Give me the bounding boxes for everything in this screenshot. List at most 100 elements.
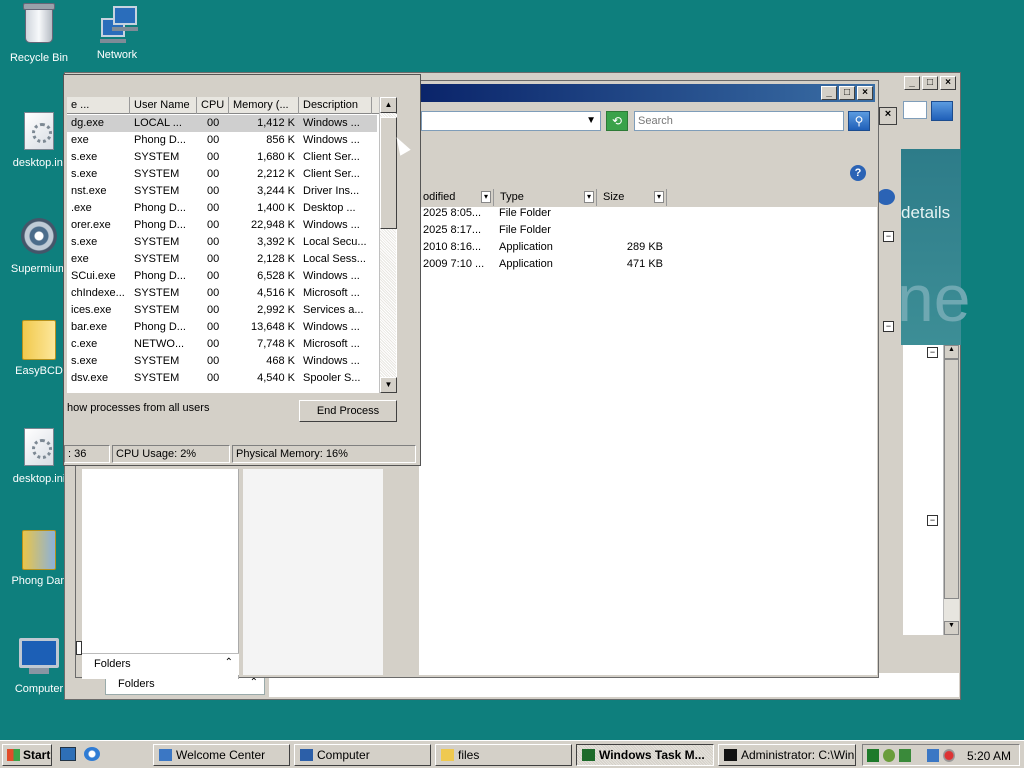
help-icon[interactable]: ?: [850, 165, 866, 181]
process-cell-user: SYSTEM: [134, 372, 180, 384]
chevron-up-icon: ⌃: [249, 677, 258, 688]
process-row[interactable]: s.exe SYSTEM 00 468 K Windows ...: [67, 353, 377, 370]
internet-explorer-icon[interactable]: [84, 747, 100, 761]
scroll-up-button[interactable]: ▲: [944, 345, 959, 359]
recycle-bin-icon: [19, 3, 59, 49]
refresh-go-button[interactable]: ⟲: [606, 111, 628, 131]
back-scrollbar[interactable]: ▲ ▼: [943, 345, 959, 635]
collapse-toggle[interactable]: −: [883, 231, 894, 242]
collapse-toggle[interactable]: −: [927, 347, 938, 358]
process-cell-name: c.exe: [71, 338, 98, 350]
scroll-down-button[interactable]: ▼: [380, 377, 397, 393]
process-cell-cpu: 00: [207, 321, 220, 333]
checkbox[interactable]: [76, 641, 82, 655]
minimize-button[interactable]: _: [904, 76, 920, 90]
maximize-button[interactable]: □: [839, 86, 855, 100]
search-icon[interactable]: ⚲: [848, 111, 870, 131]
desktop-icon-recycle-bin[interactable]: Recycle Bin: [0, 3, 78, 64]
minimize-button[interactable]: _: [821, 86, 837, 100]
chevron-up-icon: ⌃: [224, 657, 233, 668]
column-modified[interactable]: odified ▾: [419, 189, 494, 206]
column-image-name[interactable]: e ...: [67, 97, 130, 114]
chevron-down-icon[interactable]: ▾: [584, 191, 594, 203]
process-row[interactable]: s.exe SYSTEM 00 1,680 K Client Ser...: [67, 149, 377, 166]
process-row[interactable]: s.exe SYSTEM 00 3,392 K Local Secu...: [67, 234, 377, 251]
process-cell-user: SYSTEM: [134, 236, 180, 248]
process-row[interactable]: ices.exe SYSTEM 00 2,992 K Services a...: [67, 302, 377, 319]
file-row[interactable]: 2009 7:10 ... Application 471 KB: [423, 258, 663, 275]
end-process-button[interactable]: End Process: [299, 400, 397, 422]
taskbar-item-welcome-center[interactable]: Welcome Center: [153, 744, 290, 766]
scroll-thumb[interactable]: [380, 117, 397, 229]
network-icon[interactable]: [927, 749, 939, 762]
file-row[interactable]: 2010 8:16... Application 289 KB: [423, 241, 663, 258]
close-button[interactable]: ×: [857, 86, 873, 100]
task-manager-window[interactable]: e ... User Name CPU Memory (... Descript…: [63, 74, 421, 466]
taskbar-item-files[interactable]: files: [435, 744, 572, 766]
banner-watermark-text: ne: [897, 261, 971, 335]
show-desktop-icon[interactable]: [60, 747, 76, 761]
desktop-icon-network[interactable]: Network: [78, 4, 156, 61]
chevron-down-icon[interactable]: ▾: [654, 191, 664, 203]
update-icon[interactable]: [899, 749, 911, 762]
physical-memory: Physical Memory: 16%: [232, 445, 416, 463]
process-row[interactable]: bar.exe Phong D... 00 13,648 K Windows ...: [67, 319, 377, 336]
scroll-up-button[interactable]: ▲: [380, 97, 397, 113]
search-input[interactable]: Search: [634, 111, 844, 131]
help-icon[interactable]: [877, 189, 895, 205]
process-cell-mem: 22,948 K: [250, 219, 295, 231]
process-cell-user: SYSTEM: [134, 168, 180, 180]
process-cell-name: nst.exe: [71, 185, 107, 197]
process-cell-mem: 2,128 K: [257, 253, 295, 265]
taskbar-item-command-prompt[interactable]: Administrator: C:\Win...: [718, 744, 856, 766]
clock[interactable]: 5:20 AM: [967, 749, 1011, 763]
taskbar-item-task-manager[interactable]: Windows Task M...: [576, 744, 714, 766]
column-cpu[interactable]: CPU: [197, 97, 229, 114]
process-row[interactable]: c.exe NETWO... 00 7,748 K Microsoft ...: [67, 336, 377, 353]
folders-bar[interactable]: Folders ⌃: [82, 653, 239, 675]
maximize-button[interactable]: □: [922, 76, 938, 90]
start-button[interactable]: Start: [2, 744, 52, 766]
chevron-down-icon[interactable]: ▼: [586, 115, 596, 126]
process-row[interactable]: exe Phong D... 00 856 K Windows ...: [67, 132, 377, 149]
process-row[interactable]: chIndexe... SYSTEM 00 4,516 K Microsoft ...: [67, 285, 377, 302]
column-memory[interactable]: Memory (...: [229, 97, 299, 114]
collapse-toggle[interactable]: −: [927, 515, 938, 526]
column-type[interactable]: Type ▾: [494, 189, 597, 206]
process-row[interactable]: dg.exe LOCAL ... 00 1,412 K Windows ...: [67, 115, 377, 132]
security-icon[interactable]: [883, 749, 895, 762]
details-link[interactable]: details: [901, 203, 950, 223]
show-all-processes-checkbox[interactable]: how processes from all users: [67, 402, 209, 414]
column-user-name[interactable]: User Name: [130, 97, 197, 114]
file-row[interactable]: 2025 8:05... File Folder: [423, 207, 663, 224]
process-row[interactable]: SCui.exe Phong D... 00 6,528 K Windows ...: [67, 268, 377, 285]
process-row[interactable]: exe SYSTEM 00 2,128 K Local Sess...: [67, 251, 377, 268]
process-cell-user: Phong D...: [134, 219, 186, 231]
scroll-thumb[interactable]: [944, 359, 959, 599]
process-cell-name: s.exe: [71, 168, 98, 180]
process-row[interactable]: .exe Phong D... 00 1,400 K Desktop ...: [67, 200, 377, 217]
process-cell-user: SYSTEM: [134, 185, 180, 197]
process-cell-cpu: 00: [207, 355, 220, 367]
navigation-pane: [82, 469, 239, 679]
process-row[interactable]: dsv.exe SYSTEM 00 4,540 K Spooler S...: [67, 370, 377, 387]
task-manager-tray-icon[interactable]: [867, 749, 879, 762]
file-row[interactable]: 2025 8:17... File Folder: [423, 224, 663, 241]
process-cell-user: SYSTEM: [134, 304, 180, 316]
process-row[interactable]: orer.exe Phong D... 00 22,948 K Windows ...: [67, 217, 377, 234]
back-search-input[interactable]: [903, 101, 927, 119]
volume-muted-icon[interactable]: [943, 749, 955, 762]
column-description[interactable]: Description: [299, 97, 372, 114]
scroll-down-button[interactable]: ▼: [944, 621, 959, 635]
close-pane-button[interactable]: ×: [879, 107, 897, 125]
explorer-title-bar[interactable]: _ □ ×: [419, 84, 875, 102]
column-size[interactable]: Size ▾: [597, 189, 667, 206]
process-row[interactable]: nst.exe SYSTEM 00 3,244 K Driver Ins...: [67, 183, 377, 200]
process-row[interactable]: s.exe SYSTEM 00 2,212 K Client Ser...: [67, 166, 377, 183]
back-search-icon[interactable]: [931, 101, 953, 121]
taskbar-item-computer[interactable]: Computer: [294, 744, 431, 766]
collapse-toggle[interactable]: −: [883, 321, 894, 332]
address-bar[interactable]: ▼: [421, 111, 601, 131]
close-button[interactable]: ×: [940, 76, 956, 90]
chevron-down-icon[interactable]: ▾: [481, 191, 491, 203]
